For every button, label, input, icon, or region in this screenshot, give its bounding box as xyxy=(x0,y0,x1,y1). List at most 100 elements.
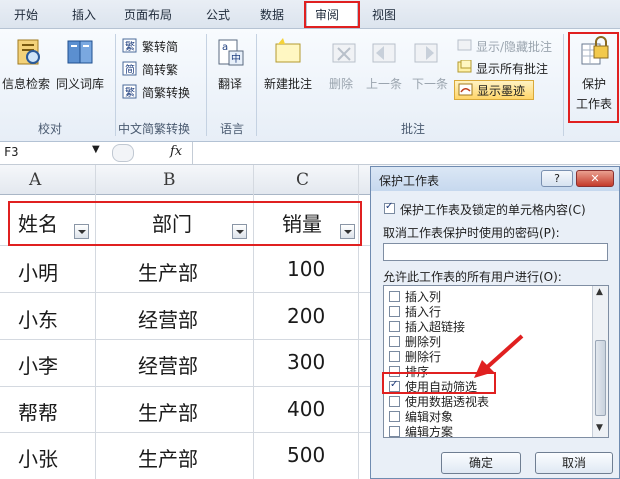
password-input[interactable] xyxy=(383,243,608,261)
tab-home[interactable]: 开始 xyxy=(14,6,38,23)
trad-to-simp-button[interactable]: 繁转简 xyxy=(142,38,178,55)
name-box-dropdown-icon[interactable]: ▼ xyxy=(92,144,100,155)
research-icon xyxy=(17,39,40,65)
group-separator xyxy=(256,34,257,136)
cell-name[interactable]: 帮帮 xyxy=(18,397,58,426)
svg-text:中: 中 xyxy=(231,52,241,65)
cell-name[interactable]: 小东 xyxy=(18,304,58,333)
cell-name[interactable]: 小明 xyxy=(18,257,58,286)
close-button[interactable]: ✕ xyxy=(576,170,614,187)
show-ink-icon xyxy=(458,83,473,96)
svg-text:简: 简 xyxy=(125,63,135,76)
tab-view[interactable]: 视图 xyxy=(372,6,396,23)
group-label-chinese-conversion: 中文简繁转换 xyxy=(118,122,191,136)
group-label-comments: 批注 xyxy=(401,122,426,136)
delete-comment-button[interactable]: 删除 xyxy=(329,75,353,92)
column-header-a[interactable]: A xyxy=(29,170,41,190)
red-arrow-annotation xyxy=(474,334,524,378)
option-checkbox[interactable] xyxy=(389,426,400,437)
tab-data[interactable]: 数据 xyxy=(260,6,284,23)
cancel-button[interactable]: 取消 xyxy=(535,452,613,474)
option-checkbox[interactable] xyxy=(389,351,400,362)
group-separator xyxy=(206,34,207,136)
cell-sales[interactable]: 400 xyxy=(287,397,325,421)
cell-department[interactable]: 经营部 xyxy=(138,304,198,333)
tab-page-layout[interactable]: 页面布局 xyxy=(124,6,172,23)
insert-function-icon[interactable]: fx xyxy=(170,144,182,159)
formula-divider xyxy=(192,142,193,164)
cell-sales[interactable]: 100 xyxy=(287,257,325,281)
svg-text:繁: 繁 xyxy=(125,40,135,53)
show-ink-button[interactable]: 显示墨迹 xyxy=(477,82,525,99)
next-comment-icon xyxy=(414,43,438,63)
show-hide-comment-icon xyxy=(457,39,472,51)
simp-to-trad-button[interactable]: 简转繁 xyxy=(142,61,178,78)
previous-comment-button[interactable]: 上一条 xyxy=(366,75,402,92)
svg-text:繁: 繁 xyxy=(125,86,135,99)
cell-sales[interactable]: 200 xyxy=(287,304,325,328)
svg-text:a: a xyxy=(222,42,228,53)
cell-sales[interactable]: 500 xyxy=(287,443,325,467)
scroll-down-icon[interactable]: ▼ xyxy=(596,423,603,433)
group-label-language: 语言 xyxy=(220,122,245,136)
protect-content-checkbox[interactable] xyxy=(384,201,395,214)
show-all-comments-button[interactable]: 显示所有批注 xyxy=(476,60,548,77)
protect-sheet-dialog: 保护工作表 ? ✕ 保护工作表及锁定的单元格内容(C) 取消工作表保护时使用的密… xyxy=(370,166,620,479)
ok-button[interactable]: 确定 xyxy=(441,452,521,474)
help-button[interactable]: ? xyxy=(541,170,573,187)
formula-bar: F3 ▼ fx xyxy=(0,142,620,165)
new-comment-icon xyxy=(275,38,301,63)
cell-department[interactable]: 生产部 xyxy=(138,397,198,426)
new-comment-button[interactable]: 新建批注 xyxy=(264,75,312,92)
cell-department[interactable]: 经营部 xyxy=(138,350,198,379)
cell-department[interactable]: 生产部 xyxy=(138,257,198,286)
trad-to-simp-icon: 繁 xyxy=(122,38,137,53)
name-box[interactable]: F3 xyxy=(4,145,18,159)
thesaurus-button[interactable]: 同义词库 xyxy=(56,75,104,92)
scroll-up-icon[interactable]: ▲ xyxy=(596,287,603,297)
show-all-comments-icon xyxy=(457,60,472,73)
research-button[interactable]: 信息检索 xyxy=(2,75,50,92)
option-checkbox[interactable] xyxy=(389,306,400,317)
translate-icon: a 中 xyxy=(218,39,244,66)
translate-button[interactable]: 翻译 xyxy=(218,75,242,92)
password-label: 取消工作表保护时使用的密码(P): xyxy=(383,226,560,240)
help-icon: ? xyxy=(554,172,560,185)
option-checkbox[interactable] xyxy=(389,411,400,422)
protect-content-label: 保护工作表及锁定的单元格内容(C) xyxy=(400,203,586,217)
group-label-proofing: 校对 xyxy=(38,122,63,136)
list-scrollbar[interactable]: ▲ ▼ xyxy=(592,286,608,437)
formula-cancel-icon[interactable] xyxy=(112,144,134,162)
show-hide-comment-button[interactable]: 显示/隐藏批注 xyxy=(476,38,552,55)
group-separator xyxy=(115,34,116,136)
group-separator xyxy=(563,34,564,136)
tab-insert[interactable]: 插入 xyxy=(72,6,96,23)
thesaurus-icon xyxy=(67,40,93,64)
cell-sales[interactable]: 300 xyxy=(287,350,325,374)
cell-name[interactable]: 小李 xyxy=(18,350,58,379)
option-checkbox[interactable] xyxy=(389,336,400,347)
cell-department[interactable]: 生产部 xyxy=(138,443,198,472)
simp-trad-convert-button[interactable]: 简繁转换 xyxy=(142,84,190,101)
protect-sheet-highlight xyxy=(568,32,619,123)
option-checkbox[interactable] xyxy=(389,321,400,332)
tab-formulas[interactable]: 公式 xyxy=(206,6,230,23)
option-label[interactable]: 编辑方案 xyxy=(405,423,453,437)
header-row-highlight xyxy=(8,201,362,246)
delete-comment-icon xyxy=(332,43,356,63)
cell-name[interactable]: 小张 xyxy=(18,443,58,472)
column-header-c[interactable]: C xyxy=(296,170,309,190)
scrollbar-thumb[interactable] xyxy=(595,340,606,416)
simp-to-trad-icon: 简 xyxy=(122,61,137,76)
column-header-b[interactable]: B xyxy=(163,170,176,190)
review-tab-highlight xyxy=(304,1,360,28)
close-icon: ✕ xyxy=(590,172,600,185)
previous-comment-icon xyxy=(372,43,396,63)
dialog-title-bar[interactable]: 保护工作表 ? ✕ xyxy=(371,167,619,191)
next-comment-button[interactable]: 下一条 xyxy=(412,75,448,92)
dialog-title: 保护工作表 xyxy=(379,174,440,188)
option-checkbox[interactable] xyxy=(389,396,400,407)
option-checkbox[interactable] xyxy=(389,291,400,302)
simp-trad-convert-icon: 繁 xyxy=(122,84,137,99)
allow-users-label: 允许此工作表的所有用户进行(O): xyxy=(383,270,562,284)
